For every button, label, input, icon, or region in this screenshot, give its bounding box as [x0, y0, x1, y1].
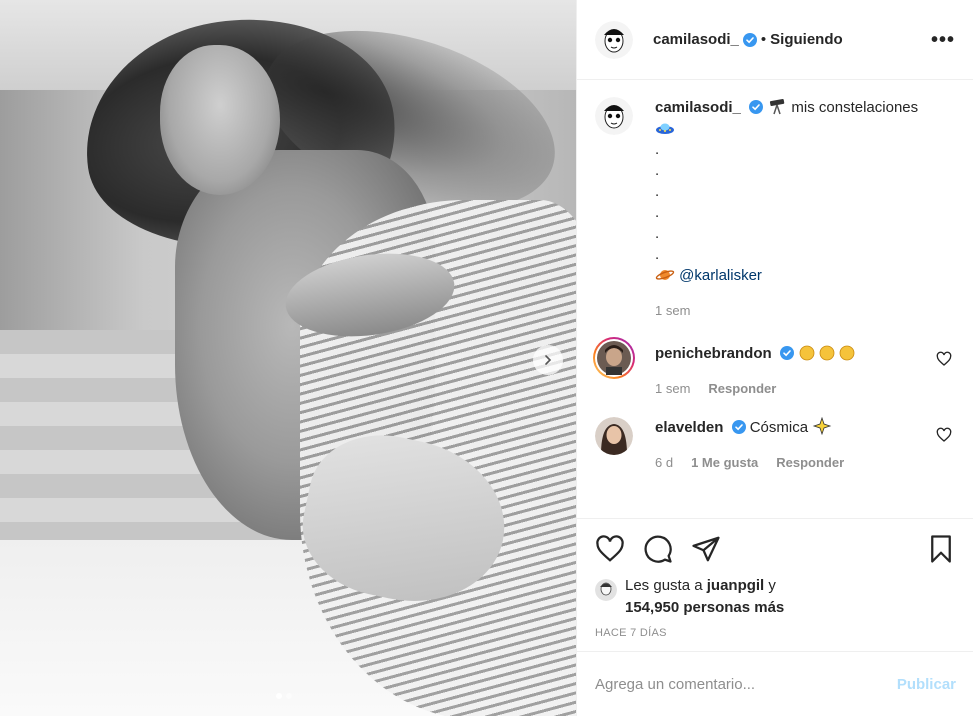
telescope-emoji-icon: [770, 98, 785, 115]
post-timestamp[interactable]: HACE 7 DÍAS: [595, 627, 956, 639]
avatar-illustration: [595, 20, 633, 59]
author-avatar[interactable]: [595, 20, 633, 59]
reply-button[interactable]: Responder: [708, 378, 776, 399]
likes-summary: Les gusta a juanpgil y 154,950 personas …: [595, 577, 956, 619]
like-heart-icon[interactable]: [595, 534, 625, 564]
verified-badge-icon: [731, 420, 746, 434]
verified-badge-icon: [749, 100, 764, 114]
caption-dot: .: [655, 225, 660, 242]
verified-badge-icon: [742, 32, 757, 47]
avatar-illustration: [595, 417, 633, 455]
avatar-illustration: [597, 341, 631, 375]
caption-text: mis constelaciones: [791, 99, 919, 116]
likes-connector: y: [768, 577, 776, 594]
comment-username[interactable]: elavelden: [655, 419, 723, 436]
action-bar: [595, 519, 956, 579]
add-comment-form: Publicar: [577, 651, 973, 716]
caption-time[interactable]: 1 sem: [655, 300, 690, 321]
sparkles-emoji-icon: [812, 417, 832, 435]
caption-dot: .: [655, 162, 660, 179]
liker-username[interactable]: juanpgil: [707, 577, 765, 594]
comment-time[interactable]: 1 sem: [655, 378, 690, 399]
caption-avatar[interactable]: [595, 97, 633, 135]
clapping-hands-emoji-icon: [799, 345, 855, 361]
likes-prefix: Les gusta a: [625, 577, 703, 594]
following-button[interactable]: Siguiendo: [770, 31, 843, 48]
comment-item: elavelden Cósmica 6 d 1 Me gusta Respond…: [595, 417, 956, 473]
caption-dot: .: [655, 141, 660, 158]
more-options-button[interactable]: •••: [931, 30, 955, 50]
likes-count-link[interactable]: 154,950 personas más: [625, 599, 784, 616]
carousel-dot: [286, 693, 292, 699]
comment-body: elavelden Cósmica 6 d 1 Me gusta Respond…: [655, 417, 956, 473]
caption-mention-link[interactable]: @karlalisker: [679, 267, 762, 284]
comment-text: Cósmica: [749, 419, 809, 436]
comment-bubble-icon[interactable]: [643, 534, 673, 564]
post-actions: Les gusta a juanpgil y 154,950 personas …: [577, 518, 973, 651]
comment-meta: 1 sem Responder: [655, 378, 956, 399]
caption-dot: .: [655, 246, 660, 263]
like-comment-heart-icon[interactable]: [936, 427, 952, 443]
post-photo[interactable]: [0, 0, 576, 716]
publish-button[interactable]: Publicar: [897, 676, 956, 693]
carousel-next-button[interactable]: [533, 345, 563, 375]
liker-avatar[interactable]: [595, 579, 617, 601]
caption-body: camilasodi_ mis constelaciones . . . . .…: [655, 97, 956, 321]
caption: camilasodi_ mis constelaciones . . . . .…: [595, 97, 956, 321]
post-panel: camilasodi_ • Siguiendo ••• camilasodi_ …: [576, 0, 973, 716]
comments-list[interactable]: camilasodi_ mis constelaciones . . . . .…: [577, 81, 973, 518]
photo-subject: [160, 45, 280, 195]
comment-username[interactable]: penichebrandon: [655, 345, 772, 362]
avatar-illustration: [595, 579, 617, 601]
comment-body: penichebrandon 1 sem Responder: [655, 337, 956, 399]
caption-meta: 1 sem: [655, 300, 956, 321]
caption-dot: .: [655, 204, 660, 221]
verified-badge-icon: [779, 346, 794, 360]
likes-text: Les gusta a juanpgil y 154,950 personas …: [625, 575, 784, 619]
commenter-avatar[interactable]: [595, 417, 633, 455]
like-comment-heart-icon[interactable]: [936, 351, 952, 367]
comment-meta: 6 d 1 Me gusta Responder: [655, 452, 956, 473]
comment-input[interactable]: [595, 675, 897, 693]
reply-button[interactable]: Responder: [776, 452, 844, 473]
author-info: camilasodi_ • Siguiendo: [653, 31, 843, 48]
chevron-right-icon: [545, 355, 552, 365]
flying-saucer-emoji-icon: [656, 123, 674, 134]
caption-username[interactable]: camilasodi_: [655, 99, 741, 116]
author-username[interactable]: camilasodi_: [653, 31, 739, 48]
comment-time[interactable]: 6 d: [655, 452, 673, 473]
save-bookmark-icon[interactable]: [926, 534, 956, 564]
comment-like-count[interactable]: 1 Me gusta: [691, 452, 758, 473]
carousel-dot: [276, 693, 282, 699]
commenter-avatar-story-ring[interactable]: [593, 337, 635, 379]
post-header: camilasodi_ • Siguiendo •••: [577, 0, 973, 80]
ringed-planet-emoji-icon: [655, 270, 675, 280]
comment-item: penichebrandon 1 sem Responder: [593, 337, 956, 399]
caption-dot: .: [655, 183, 660, 200]
share-paper-plane-icon[interactable]: [691, 534, 721, 564]
separator-dot: •: [760, 31, 767, 48]
carousel-indicator: [276, 693, 292, 699]
avatar-illustration: [595, 97, 633, 135]
